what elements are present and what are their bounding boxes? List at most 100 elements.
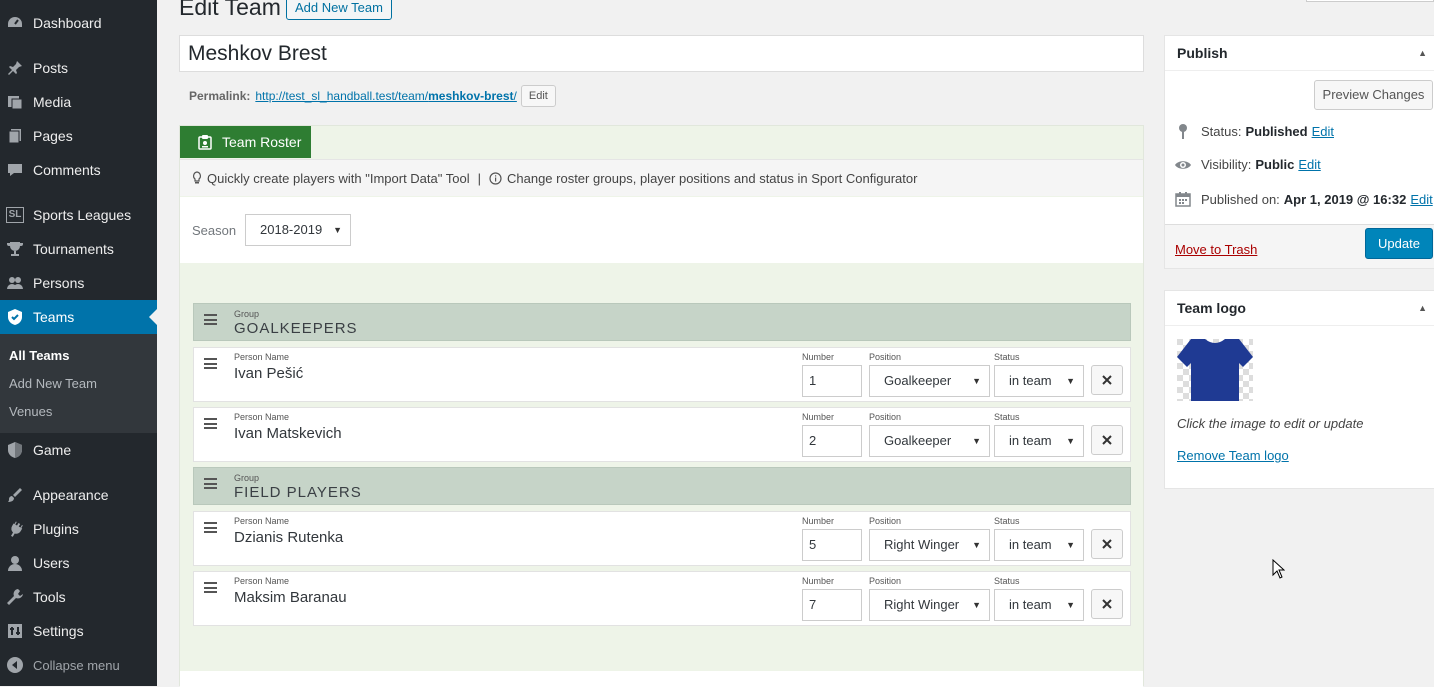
sidebar-item-label: Persons xyxy=(33,275,85,291)
status-label: Status xyxy=(994,576,1020,586)
tab-team-roster[interactable]: Team Roster xyxy=(180,126,311,158)
mouse-cursor-icon xyxy=(1272,558,1286,582)
sidebar-item-game[interactable]: Game xyxy=(0,433,157,467)
collapse-arrow-icon[interactable]: ▲ xyxy=(1418,36,1427,70)
sidebar-item-teams[interactable]: Teams xyxy=(0,300,157,334)
published-on-row: Published on: Apr 1, 2019 @ 16:32 Edit xyxy=(1173,191,1433,207)
persons-icon xyxy=(5,273,25,293)
permalink-row: Permalink: http://test_sl_handball.test/… xyxy=(189,85,556,107)
sidebar-item-label: Plugins xyxy=(33,521,79,537)
status-select[interactable]: in team ▼ xyxy=(994,589,1084,621)
number-input[interactable]: 7 xyxy=(802,589,862,621)
person-name-label: Person Name xyxy=(234,576,290,586)
group-label: Group xyxy=(234,473,260,483)
submenu-all-teams[interactable]: All Teams xyxy=(9,348,69,363)
group-row-goalkeepers[interactable]: Group GOALKEEPERS xyxy=(193,303,1131,341)
drag-handle-icon[interactable] xyxy=(204,522,217,533)
team-logo-panel-header[interactable]: Team logo ▲ xyxy=(1165,291,1434,326)
status-select[interactable]: in team ▼ xyxy=(994,425,1084,457)
drag-handle-icon[interactable] xyxy=(204,582,217,593)
remove-player-button[interactable] xyxy=(1091,529,1123,559)
sidebar-item-sports-leagues[interactable]: SL Sports Leagues xyxy=(0,198,157,232)
position-select[interactable]: Goalkeeper ▼ xyxy=(869,425,990,457)
edit-status-link[interactable]: Edit xyxy=(1312,124,1334,139)
edit-visibility-link[interactable]: Edit xyxy=(1298,157,1320,172)
number-label: Number xyxy=(802,412,835,422)
sidebar-item-settings[interactable]: Settings xyxy=(0,614,157,648)
collapse-menu-button[interactable]: Collapse menu xyxy=(0,648,157,682)
publish-panel-header[interactable]: Publish ▲ xyxy=(1165,36,1434,71)
drag-handle-icon[interactable] xyxy=(204,358,217,369)
info-separator: | xyxy=(477,170,481,186)
season-area: Season 2018-2019 ▼ xyxy=(180,197,1143,263)
position-select[interactable]: Right Winger ▼ xyxy=(869,529,990,561)
sidebar-item-posts[interactable]: Posts xyxy=(0,51,157,85)
person-name: Maksim Baranau xyxy=(234,589,347,606)
info-icon xyxy=(489,171,502,185)
lightbulb-icon xyxy=(192,171,202,185)
season-select[interactable]: 2018-2019 ▼ xyxy=(245,214,351,246)
jersey-icon xyxy=(1177,339,1253,401)
remove-player-button[interactable] xyxy=(1091,589,1123,619)
sidebar-item-comments[interactable]: Comments xyxy=(0,153,157,187)
drag-handle-icon[interactable] xyxy=(204,478,217,489)
remove-team-logo-link[interactable]: Remove Team logo xyxy=(1177,448,1289,463)
drag-handle-icon[interactable] xyxy=(204,418,217,429)
shield-icon xyxy=(5,307,25,327)
pages-icon xyxy=(5,126,25,146)
submenu-venues[interactable]: Venues xyxy=(9,404,52,419)
group-name: FIELD PLAYERS xyxy=(234,484,362,501)
update-button[interactable]: Update xyxy=(1365,228,1433,259)
position-label: Position xyxy=(869,576,902,586)
team-logo-image[interactable] xyxy=(1177,339,1253,404)
status-label: Status xyxy=(994,516,1020,526)
player-row: Person Name Dzianis Rutenka Number Posit… xyxy=(193,511,1131,566)
publish-actions: Move to Trash Update xyxy=(1165,224,1434,268)
drag-handle-icon[interactable] xyxy=(204,314,217,325)
pin-icon xyxy=(1173,123,1193,139)
player-row: Person Name Ivan Matskevich Number Posit… xyxy=(193,407,1131,462)
sidebar-item-pages[interactable]: Pages xyxy=(0,119,157,153)
import-data-hint[interactable]: Quickly create players with "Import Data… xyxy=(207,171,470,186)
preview-changes-button[interactable]: Preview Changes xyxy=(1314,80,1433,110)
person-name-label: Person Name xyxy=(234,516,290,526)
team-logo-title: Team logo xyxy=(1177,300,1246,316)
move-to-trash-link[interactable]: Move to Trash xyxy=(1175,242,1257,257)
sidebar-item-label: Tools xyxy=(33,589,66,605)
dropdown-arrow-icon: ▼ xyxy=(972,436,981,446)
screen-options-tab[interactable] xyxy=(1306,0,1434,2)
sidebar-item-tournaments[interactable]: Tournaments xyxy=(0,232,157,266)
collapse-icon xyxy=(5,655,25,675)
permalink-label: Permalink: xyxy=(189,89,251,103)
position-select[interactable]: Right Winger ▼ xyxy=(869,589,990,621)
number-input[interactable]: 1 xyxy=(802,365,862,397)
close-icon xyxy=(1102,539,1112,549)
season-label: Season xyxy=(192,223,237,238)
status-label: Status xyxy=(994,412,1020,422)
number-input[interactable]: 5 xyxy=(802,529,862,561)
status-select[interactable]: in team ▼ xyxy=(994,365,1084,397)
sidebar-item-appearance[interactable]: Appearance xyxy=(0,478,157,512)
number-input[interactable]: 2 xyxy=(802,425,862,457)
sidebar-item-persons[interactable]: Persons xyxy=(0,266,157,300)
group-row-field-players[interactable]: Group FIELD PLAYERS xyxy=(193,467,1131,505)
admin-sidebar: Dashboard Posts Media Pages Comments SL … xyxy=(0,0,157,686)
post-title-input[interactable]: Meshkov Brest xyxy=(179,35,1144,72)
sidebar-item-users[interactable]: Users xyxy=(0,546,157,580)
edit-date-link[interactable]: Edit xyxy=(1410,192,1432,207)
status-select[interactable]: in team ▼ xyxy=(994,529,1084,561)
sidebar-item-dashboard[interactable]: Dashboard xyxy=(0,6,157,40)
remove-player-button[interactable] xyxy=(1091,365,1123,395)
permalink-link[interactable]: http://test_sl_handball.test/team/meshko… xyxy=(255,89,517,103)
sidebar-item-tools[interactable]: Tools xyxy=(0,580,157,614)
sport-configurator-hint[interactable]: Change roster groups, player positions a… xyxy=(507,171,917,186)
edit-permalink-button[interactable]: Edit xyxy=(520,85,556,107)
collapse-arrow-icon[interactable]: ▲ xyxy=(1418,291,1427,325)
add-new-team-button[interactable]: Add New Team xyxy=(286,0,392,20)
sidebar-item-media[interactable]: Media xyxy=(0,85,157,119)
submenu-add-new-team[interactable]: Add New Team xyxy=(9,376,97,391)
position-select[interactable]: Goalkeeper ▼ xyxy=(869,365,990,397)
collapse-menu-label: Collapse menu xyxy=(33,657,120,673)
sidebar-item-plugins[interactable]: Plugins xyxy=(0,512,157,546)
remove-player-button[interactable] xyxy=(1091,425,1123,455)
